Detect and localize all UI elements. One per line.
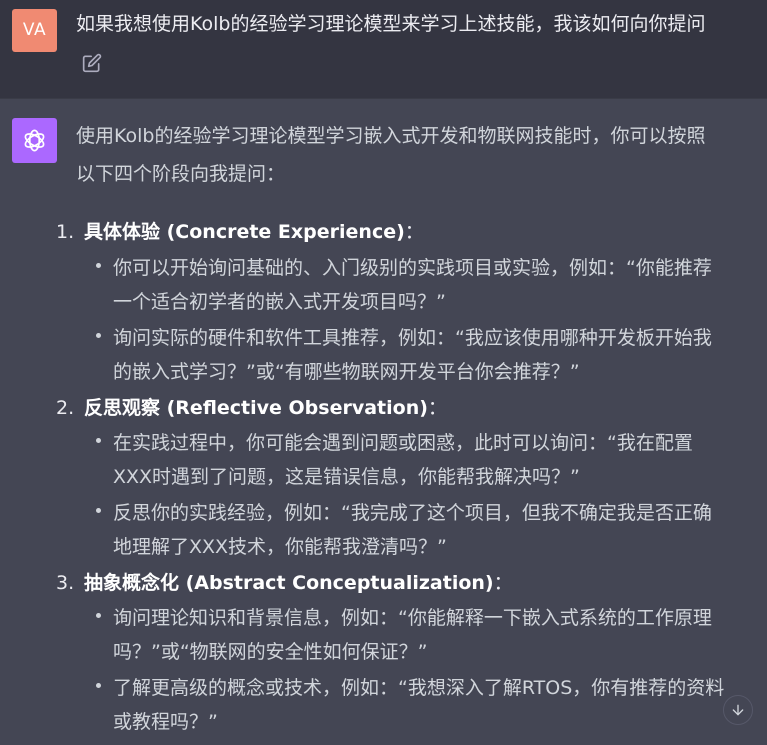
list-item-heading: 反思观察 (Reflective Observation)： [84,394,447,422]
openai-logo-icon [24,129,45,152]
bullet-dot [96,438,101,443]
assistant-message-row: 使用Kolb的经验学习理论模型学习嵌入式开发和物联网技能时，你可以按照 以下四个… [0,98,767,745]
bullet-line: XXX时遇到了问题，这是错误信息，你能帮我解决吗？” [113,466,580,488]
list-item-title: 抽象概念化 (Abstract Conceptualization) [84,572,494,594]
list-item-title-suffix: ： [493,572,513,594]
bullet-dot [96,333,101,338]
bullet-line: 或教程吗？” [113,711,218,733]
scroll-to-bottom-button[interactable] [723,695,753,725]
list-item-title-suffix: ： [427,397,447,419]
list-item-heading: 具体体验 (Concrete Experience)： [84,218,424,246]
bullet-line: 了解更高级的概念或技术，例如：“我想深入了解RTOS，你有推荐的资料 [113,677,725,699]
edit-icon[interactable] [82,53,102,73]
bullet-dot [96,508,101,513]
assistant-avatar [12,118,57,163]
assistant-intro-line-1: 使用Kolb的经验学习理论模型学习嵌入式开发和物联网技能时，你可以按照 [76,125,706,147]
bullet-line: 询问实际的硬件和软件工具推荐，例如：“我应该使用哪种开发板开始我 [113,327,712,349]
user-avatar: VA [12,9,57,52]
assistant-intro-line-2: 以下四个阶段向我提问： [76,163,286,185]
bullet-line: 吗？”或“物联网的安全性如何保证？” [113,641,428,663]
bullet-line: 的嵌入式学习？”或“有哪些物联网开发平台你会推荐？” [113,361,580,383]
bullet-line: 在实践过程中，你可能会遇到问题或困惑，此时可以询问：“我在配置 [113,432,693,454]
arrow-down-icon [732,704,744,716]
bullet-line: 反思你的实践经验，例如：“我完成了这个项目，但我不确定我是否正确 [113,502,712,524]
list-item-number: 3. [56,572,75,594]
bullet-line: 一个适合初学者的嵌入式开发项目吗？” [113,291,446,313]
bullet-dot [96,683,101,688]
list-item-heading: 抽象概念化 (Abstract Conceptualization)： [84,569,513,597]
list-item-title: 反思观察 (Reflective Observation) [84,397,428,419]
bullet-line: 地理解了XXX技术，你能帮我澄清吗？” [113,536,447,558]
bullet-line: 你可以开始询问基础的、入门级别的实践项目或实验，例如：“你能推荐 [113,257,712,279]
list-item-title: 具体体验 (Concrete Experience) [84,221,405,243]
bullet-dot [96,613,101,618]
list-item-number: 1. [56,221,75,243]
user-message-text: 如果我想使用Kolb的经验学习理论模型来学习上述技能，我该如何向你提问 [76,13,706,35]
bullet-line: 询问理论知识和背景信息，例如：“你能解释一下嵌入式系统的工作原理 [113,607,712,629]
bullet-dot [96,263,101,268]
list-item-number: 2. [56,397,75,419]
list-item-title-suffix: ： [404,221,424,243]
user-message-row: VA 如果我想使用Kolb的经验学习理论模型来学习上述技能，我该如何向你提问 [0,0,767,98]
